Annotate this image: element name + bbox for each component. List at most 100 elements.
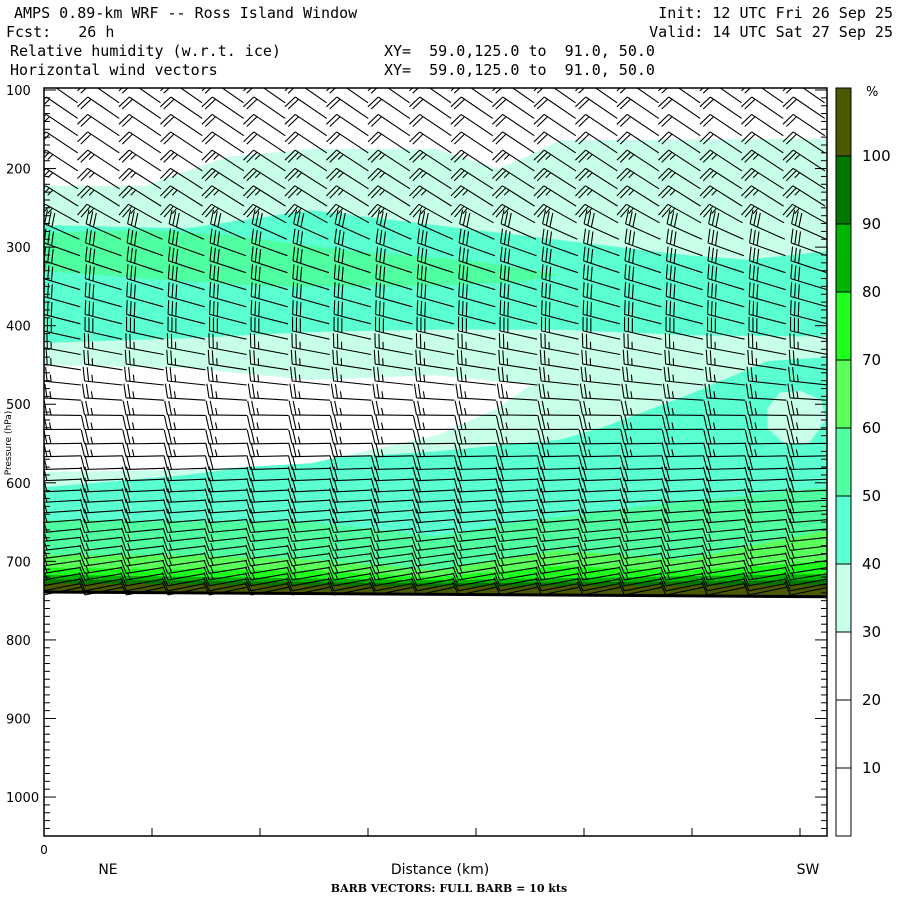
- wind-barb: [575, 113, 618, 137]
- wind-barb: [492, 96, 535, 119]
- wind-barb: [326, 96, 369, 119]
- y-axis-title: Pressure (hPa): [4, 411, 14, 476]
- x-origin-label: 0: [40, 843, 48, 857]
- x-axis-title: Distance (km): [391, 862, 489, 878]
- colorbar-bin-gt100: [835, 87, 852, 157]
- colorbar-label: 40: [862, 555, 881, 573]
- wind-barb: [575, 96, 618, 119]
- y-tick-label: 1000: [6, 791, 39, 806]
- cross-section-chart: 1002003004005006007008009001000 10090807…: [4, 84, 891, 895]
- wind-barb: [118, 131, 162, 154]
- wind-barb: [243, 88, 286, 104]
- y-tick-label: 100: [6, 84, 31, 99]
- wind-barb: [284, 96, 328, 119]
- colorbar-bin-10-20: [835, 699, 852, 769]
- y-tick-label: 800: [6, 634, 31, 649]
- wind-barb: [243, 113, 286, 137]
- wind-barb: [533, 96, 577, 119]
- wind-barb: [326, 113, 369, 137]
- colorbar-label: 50: [862, 487, 881, 505]
- x-right-label: SW: [797, 862, 820, 878]
- y-tick-label: 400: [6, 320, 31, 335]
- wind-barb: [492, 88, 535, 104]
- y-tick-label: 600: [6, 477, 31, 492]
- wind-barb: [741, 88, 784, 104]
- wind-barb: [77, 149, 120, 172]
- wind-barb: [118, 88, 161, 104]
- wind-barb: [44, 149, 79, 172]
- wind-barb: [77, 96, 120, 119]
- wind-barb: [533, 113, 577, 137]
- wind-barb: [367, 88, 410, 104]
- wind-barb: [450, 88, 493, 104]
- colorbar-bin-80-90: [835, 223, 852, 293]
- x-left-label: NE: [98, 862, 117, 878]
- wind-barb: [160, 88, 203, 104]
- wind-barb: [450, 96, 494, 119]
- wind-barb: [699, 113, 743, 137]
- wind-barb: [409, 113, 452, 137]
- wind-barb: [118, 149, 162, 172]
- colorbar-bin-60-70: [835, 359, 852, 429]
- wind-barb: [160, 96, 203, 119]
- colorbar-bin-90-100: [835, 155, 852, 225]
- wind-barb: [782, 88, 825, 104]
- colorbar-label: 90: [862, 215, 881, 233]
- wind-barb: [44, 131, 79, 154]
- colorbar-label: 30: [862, 623, 881, 641]
- colorbar-label: 60: [862, 419, 881, 437]
- wind-barb: [118, 113, 162, 137]
- wind-barb: [409, 96, 452, 119]
- wind-barb: [243, 131, 286, 154]
- wind-barb: [160, 113, 203, 137]
- wind-barb: [658, 96, 701, 119]
- colorbar-bin-70-80: [835, 291, 852, 361]
- wind-barb: [77, 113, 120, 137]
- wind-barb: [450, 131, 494, 154]
- wind-barb: [44, 96, 79, 119]
- wind-barb: [492, 113, 535, 137]
- colorbar-label: 10: [862, 759, 881, 777]
- wind-barb: [201, 113, 245, 137]
- wind-barb: [616, 113, 660, 137]
- wind-barb: [616, 88, 659, 104]
- wind-barb: [450, 113, 494, 137]
- wind-barb: [284, 88, 327, 104]
- wind-barb: [201, 88, 244, 104]
- wind-barb: [44, 88, 78, 104]
- wind-barb: [201, 96, 245, 119]
- wind-barb: [77, 88, 120, 104]
- colorbar: 100 90 80 70 60 50 40 30 20 10: [835, 87, 891, 837]
- wind-barb: [367, 113, 411, 137]
- colorbar-bin-30-40: [835, 563, 852, 633]
- y-tick-label: 200: [6, 163, 31, 178]
- wind-barb: [533, 88, 576, 104]
- wind-barb: [409, 88, 452, 104]
- y-tick-label: 700: [6, 555, 31, 570]
- wind-barb: [782, 96, 826, 119]
- wind-barb: [326, 88, 369, 104]
- wind-barb: [492, 131, 535, 154]
- colorbar-label: 20: [862, 691, 881, 709]
- wind-barb: [160, 131, 203, 154]
- wind-barb: [741, 96, 784, 119]
- colorbar-label: 70: [862, 351, 881, 369]
- colorbar-bin-50-60: [835, 427, 852, 497]
- wind-barb: [616, 96, 660, 119]
- wind-barb: [243, 96, 286, 119]
- colorbar-label: 80: [862, 283, 881, 301]
- barb-legend: BARB VECTORS: FULL BARB = 10 kts: [331, 882, 567, 895]
- wind-barb: [160, 149, 203, 172]
- wind-barb: [44, 113, 79, 137]
- colorbar-bin-0-10: [835, 767, 852, 837]
- wind-barb: [575, 88, 618, 104]
- wind-barb: [284, 113, 328, 137]
- wind-barb: [118, 96, 162, 119]
- wind-barb: [367, 96, 411, 119]
- wind-barb: [782, 113, 826, 137]
- below-ground: [44, 592, 827, 836]
- colorbar-bin-40-50: [835, 495, 852, 565]
- colorbar-label: 100: [862, 147, 891, 165]
- wind-barb: [44, 167, 79, 190]
- terrain: [44, 590, 827, 836]
